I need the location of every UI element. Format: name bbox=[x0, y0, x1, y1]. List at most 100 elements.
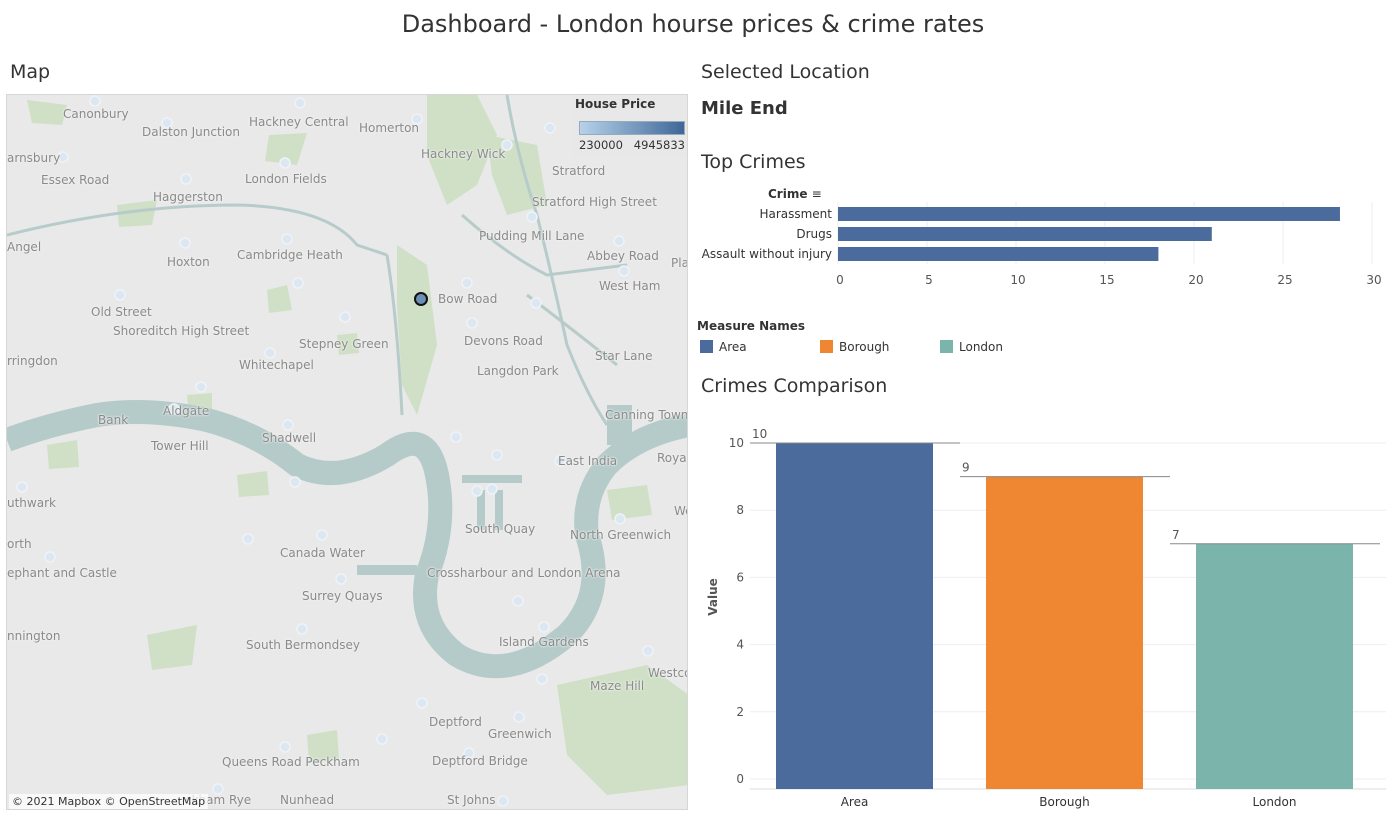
place-label: Abbey Road bbox=[587, 249, 659, 263]
place-label: Devons Road bbox=[464, 334, 543, 348]
place-label: rringdon bbox=[7, 354, 58, 368]
x-category-label: Borough bbox=[1039, 795, 1089, 809]
place-label: Aldgate bbox=[163, 404, 210, 418]
place-label: Queens Road Peckham bbox=[222, 755, 360, 769]
place-label: ephant and Castle bbox=[7, 566, 117, 580]
place-label: Star Lane bbox=[595, 349, 653, 363]
place-label: Canonbury bbox=[63, 107, 129, 121]
place-label: South Bermondsey bbox=[246, 638, 361, 652]
x-tick-label: 25 bbox=[1277, 273, 1292, 287]
color-gradient bbox=[579, 121, 685, 135]
house-price-legend: House Price 230000 4945833 bbox=[573, 95, 687, 157]
place-label: Crossharbour and London Arena bbox=[427, 566, 621, 580]
legend-item-area[interactable]: Area bbox=[700, 340, 747, 354]
place-label: Hackney Wick bbox=[421, 147, 506, 161]
place-label: Canning Town bbox=[605, 408, 688, 422]
selected-location-title: Selected Location bbox=[701, 61, 870, 83]
legend-item-london[interactable]: London bbox=[940, 340, 1003, 354]
bar-value-label: 7 bbox=[1172, 528, 1180, 542]
y-tick-label: 2 bbox=[736, 705, 744, 719]
place-label: Shadwell bbox=[262, 431, 317, 445]
legend-min-value: 230000 bbox=[579, 138, 623, 152]
map-attribution[interactable]: © 2021 Mapbox © OpenStreetMap bbox=[9, 794, 209, 809]
place-label: Pudding Mill Lane bbox=[479, 229, 585, 243]
x-tick-label: 5 bbox=[925, 273, 933, 287]
place-label: Old Street bbox=[91, 305, 152, 319]
legend-swatch bbox=[940, 340, 953, 353]
place-label: We bbox=[674, 504, 687, 518]
y-tick-label: 8 bbox=[736, 503, 744, 517]
legend-title: House Price bbox=[575, 97, 656, 111]
y-tick-label: 10 bbox=[729, 436, 744, 450]
place-label: Canada Water bbox=[280, 546, 365, 560]
legend-max-value: 4945833 bbox=[633, 138, 685, 152]
mapbox-attribution[interactable]: © 2021 Mapbox bbox=[12, 795, 101, 808]
place-label: Island Gardens bbox=[499, 635, 589, 649]
place-label: Maze Hill bbox=[590, 679, 645, 693]
place-label: Greenwich bbox=[488, 727, 552, 741]
place-label: uthwark bbox=[7, 496, 56, 510]
place-label: Deptford Bridge bbox=[432, 754, 528, 768]
comparison-bar bbox=[776, 443, 933, 789]
legend-item-borough[interactable]: Borough bbox=[820, 340, 889, 354]
place-label: Royal bbox=[657, 451, 688, 465]
selected-location-name: Mile End bbox=[701, 98, 788, 119]
crime-category-label: Drugs bbox=[796, 227, 832, 241]
place-label: Angel bbox=[7, 240, 42, 254]
crime-column-header[interactable]: Crime ≡ bbox=[768, 187, 822, 201]
place-label: nnington bbox=[7, 629, 61, 643]
place-label: Pla bbox=[671, 256, 688, 270]
place-label: Whitechapel bbox=[239, 358, 314, 372]
place-label: arnsbury bbox=[7, 151, 61, 165]
x-tick-label: 15 bbox=[1099, 273, 1114, 287]
place-label: Hoxton bbox=[167, 255, 210, 269]
place-label: Tower Hill bbox=[151, 439, 209, 453]
crime-header-label: Crime bbox=[768, 187, 808, 201]
x-category-label: London bbox=[1253, 795, 1297, 809]
y-tick-label: 4 bbox=[736, 638, 744, 652]
x-tick-label: 10 bbox=[1010, 273, 1025, 287]
place-label: London Fields bbox=[245, 172, 327, 186]
selected-location-marker bbox=[414, 292, 428, 306]
place-label: Essex Road bbox=[41, 173, 110, 187]
legend-swatch bbox=[820, 340, 833, 353]
legend-swatch bbox=[700, 340, 713, 353]
place-label: Bank bbox=[98, 413, 129, 427]
sort-descending-icon[interactable]: ≡ bbox=[812, 187, 822, 201]
x-tick-label: 20 bbox=[1188, 273, 1203, 287]
place-label: South Quay bbox=[465, 522, 536, 536]
bar-value-label: 9 bbox=[962, 461, 970, 475]
place-label: Surrey Quays bbox=[302, 589, 383, 603]
place-label: Stratford High Street bbox=[532, 195, 657, 209]
top-crimes-title: Top Crimes bbox=[701, 151, 806, 173]
place-label: Westco bbox=[648, 666, 688, 680]
crime-category-label: Harassment bbox=[759, 207, 832, 221]
osm-attribution[interactable]: © OpenStreetMap bbox=[105, 795, 206, 808]
place-label: St Johns bbox=[447, 793, 496, 807]
crime-bar bbox=[838, 207, 1340, 221]
place-label: West Ham bbox=[599, 279, 661, 293]
x-tick-label: 0 bbox=[836, 273, 844, 287]
place-label: Dalston Junction bbox=[142, 125, 240, 139]
place-label: Nunhead bbox=[280, 793, 335, 807]
comparison-bar bbox=[1196, 543, 1353, 789]
y-axis-label: Value bbox=[706, 578, 720, 616]
bar-value-label: 10 bbox=[752, 427, 767, 441]
comparison-bar bbox=[986, 476, 1143, 789]
crime-category-label: Assault without injury bbox=[702, 247, 832, 261]
place-label: East India bbox=[558, 454, 618, 468]
place-label: Deptford bbox=[429, 715, 482, 729]
crime-bar bbox=[838, 227, 1212, 241]
y-tick-label: 0 bbox=[736, 772, 744, 786]
x-category-label: Area bbox=[841, 795, 869, 809]
y-tick-label: 6 bbox=[736, 570, 744, 584]
place-label: Cambridge Heath bbox=[237, 248, 343, 262]
place-label: Shoreditch High Street bbox=[113, 324, 250, 338]
map-title: Map bbox=[10, 61, 51, 83]
place-label: orth bbox=[7, 537, 32, 551]
place-label: Bow Road bbox=[438, 292, 498, 306]
map-view[interactable]: Canonbury Dalston Junction Hackney Centr… bbox=[6, 94, 688, 810]
place-label: Stratford bbox=[552, 164, 606, 178]
crime-bar bbox=[838, 247, 1159, 261]
place-label: Haggerston bbox=[153, 190, 223, 204]
